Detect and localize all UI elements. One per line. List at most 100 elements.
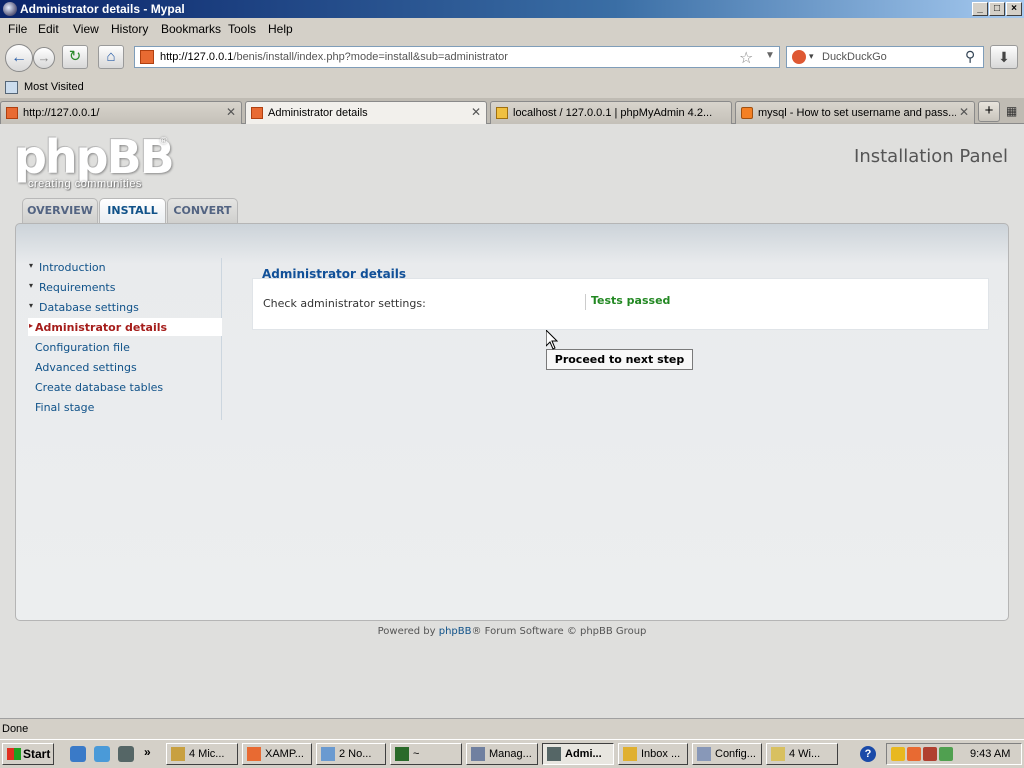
- maximize-button[interactable]: □: [989, 2, 1005, 16]
- tab-close-icon[interactable]: ✕: [959, 105, 969, 119]
- quicklaunch-more-icon[interactable]: »: [144, 745, 151, 759]
- taskbar-button-inbox[interactable]: Inbox ...: [618, 743, 688, 765]
- admin-check-row: Check administrator settings: Tests pass…: [252, 278, 989, 330]
- taskbar-button-notepad[interactable]: 2 No...: [316, 743, 386, 765]
- minimize-button[interactable]: _: [972, 2, 988, 16]
- tab-label: Administrator details: [268, 107, 368, 119]
- step-label: Database settings: [39, 301, 139, 314]
- step-requirements[interactable]: ▾ Requirements: [28, 278, 222, 296]
- step-database-settings[interactable]: ▾ Database settings: [28, 298, 222, 316]
- forward-arrow-icon: →: [37, 50, 51, 65]
- tab-administrator-details[interactable]: Administrator details ✕: [245, 101, 487, 125]
- taskbar-button-admin[interactable]: Admi...: [542, 743, 614, 765]
- menu-edit[interactable]: Edit: [38, 22, 59, 36]
- reload-button[interactable]: ↻: [62, 45, 88, 69]
- page-footer: Powered by phpBB® Forum Software © phpBB…: [0, 626, 1024, 637]
- completed-step-icon: ▾: [29, 301, 34, 310]
- taskbar-button-manager[interactable]: Manag...: [466, 743, 538, 765]
- step-label: Introduction: [39, 261, 106, 274]
- forward-button[interactable]: →: [33, 47, 55, 69]
- tab-close-icon[interactable]: ✕: [471, 105, 481, 119]
- ie-icon[interactable]: [70, 746, 86, 762]
- logo-text: phpBB: [14, 130, 175, 184]
- tray-network-icon[interactable]: [939, 747, 953, 761]
- back-button[interactable]: ←: [5, 44, 33, 72]
- footer-phpbb-link[interactable]: phpBB: [439, 626, 472, 637]
- search-placeholder: DuckDuckGo: [822, 51, 887, 63]
- site-favicon-icon: [140, 50, 154, 64]
- taskbar-button-windows[interactable]: 4 Wi...: [766, 743, 838, 765]
- taskbar-button-microsoft[interactable]: 4 Mic...: [166, 743, 238, 765]
- mypal-icon[interactable]: [118, 746, 134, 762]
- completed-step-icon: ▾: [29, 281, 34, 290]
- step-label: Configuration file: [35, 341, 130, 354]
- taskbar-label: Manag...: [489, 748, 532, 760]
- windows-flag-icon: [7, 748, 21, 760]
- menu-bar: File Edit View History Bookmarks Tools H…: [0, 18, 1024, 39]
- taskbar-label: 4 Mic...: [189, 748, 225, 760]
- close-window-button[interactable]: ×: [1006, 2, 1022, 16]
- clock: 9:43 AM: [970, 748, 1011, 760]
- mail-icon: [623, 747, 637, 761]
- step-final-stage: Final stage: [28, 398, 222, 416]
- menu-history[interactable]: History: [111, 22, 148, 36]
- engine-dropdown-icon[interactable]: ▾: [809, 51, 814, 62]
- tab-close-icon[interactable]: ✕: [226, 105, 236, 119]
- downloads-button[interactable]: ⬇: [990, 45, 1018, 69]
- search-icon[interactable]: ⚲: [965, 48, 975, 65]
- menu-bookmarks[interactable]: Bookmarks: [161, 22, 221, 36]
- new-tab-button[interactable]: +: [978, 101, 1000, 122]
- step-administrator-details[interactable]: ▸ Administrator details: [28, 318, 222, 336]
- taskbar-label: Config...: [715, 748, 756, 760]
- taskbar-label: Admi...: [565, 748, 602, 760]
- navigation-toolbar: ← → ↻ ⌂ http://127.0.0.1/benis/install/i…: [0, 39, 1024, 76]
- url-dropdown-icon[interactable]: ▼: [765, 50, 775, 61]
- taskbar-button-terminal[interactable]: ~: [390, 743, 462, 765]
- search-bar[interactable]: ▾ DuckDuckGo ⚲: [786, 46, 984, 68]
- current-step-icon: ▸: [29, 321, 34, 330]
- tray-xampp-icon[interactable]: [907, 747, 921, 761]
- taskbar-button-config[interactable]: Config...: [692, 743, 762, 765]
- tab-label: localhost / 127.0.0.1 | phpMyAdmin 4.2..…: [513, 107, 713, 119]
- url-path: /benis/install/index.php?mode=install&su…: [233, 51, 508, 63]
- bookmark-most-visited[interactable]: Most Visited: [24, 81, 84, 93]
- start-button[interactable]: Start: [2, 743, 54, 765]
- tab-stackoverflow[interactable]: mysql - How to set username and pass... …: [735, 101, 975, 124]
- logo-registered: ®: [160, 136, 168, 147]
- url-bar[interactable]: http://127.0.0.1/benis/install/index.php…: [134, 46, 780, 68]
- tray-notify-icon[interactable]: [891, 747, 905, 761]
- tray-security-icon[interactable]: [923, 747, 937, 761]
- step-introduction[interactable]: ▾ Introduction: [28, 258, 222, 276]
- step-advanced-settings: Advanced settings: [28, 358, 222, 376]
- browser-icon[interactable]: [94, 746, 110, 762]
- phpmyadmin-favicon-icon: [496, 107, 508, 119]
- tab-phpmyadmin[interactable]: localhost / 127.0.0.1 | phpMyAdmin 4.2..…: [490, 101, 732, 124]
- tab-convert[interactable]: CONVERT: [167, 198, 238, 224]
- proceed-button[interactable]: Proceed to next step: [546, 349, 693, 370]
- mypal-app-icon: [3, 2, 17, 16]
- phpbb-logo[interactable]: phpBB ® creating communities: [14, 130, 175, 190]
- help-icon[interactable]: ?: [860, 746, 876, 762]
- tab-overview[interactable]: OVERVIEW: [22, 198, 98, 224]
- xampp-favicon-icon: [6, 107, 18, 119]
- duckduckgo-icon[interactable]: [792, 50, 806, 64]
- completed-step-icon: ▾: [29, 261, 34, 270]
- taskbar-label: XAMP...: [265, 748, 304, 760]
- folder-group-icon: [171, 747, 185, 761]
- menu-tools[interactable]: Tools: [228, 22, 256, 36]
- home-button[interactable]: ⌂: [98, 45, 124, 69]
- title-bar: Administrator details - Mypal _ □ ×: [0, 0, 1024, 18]
- tab-localhost[interactable]: http://127.0.0.1/ ✕: [0, 101, 242, 124]
- system-tray: 9:43 AM: [886, 743, 1022, 765]
- config-icon: [697, 747, 711, 761]
- taskbar-button-xampp[interactable]: XAMP...: [242, 743, 312, 765]
- tab-list-icon[interactable]: ▦: [1006, 104, 1017, 118]
- menu-help[interactable]: Help: [268, 22, 293, 36]
- menu-file[interactable]: File: [8, 22, 27, 36]
- xampp-icon: [247, 747, 261, 761]
- download-arrow-icon: ⬇: [998, 49, 1010, 65]
- bookmark-star-icon[interactable]: ☆: [739, 48, 753, 68]
- menu-view[interactable]: View: [73, 22, 99, 36]
- most-visited-icon: [5, 81, 18, 94]
- tab-install[interactable]: INSTALL: [99, 198, 166, 225]
